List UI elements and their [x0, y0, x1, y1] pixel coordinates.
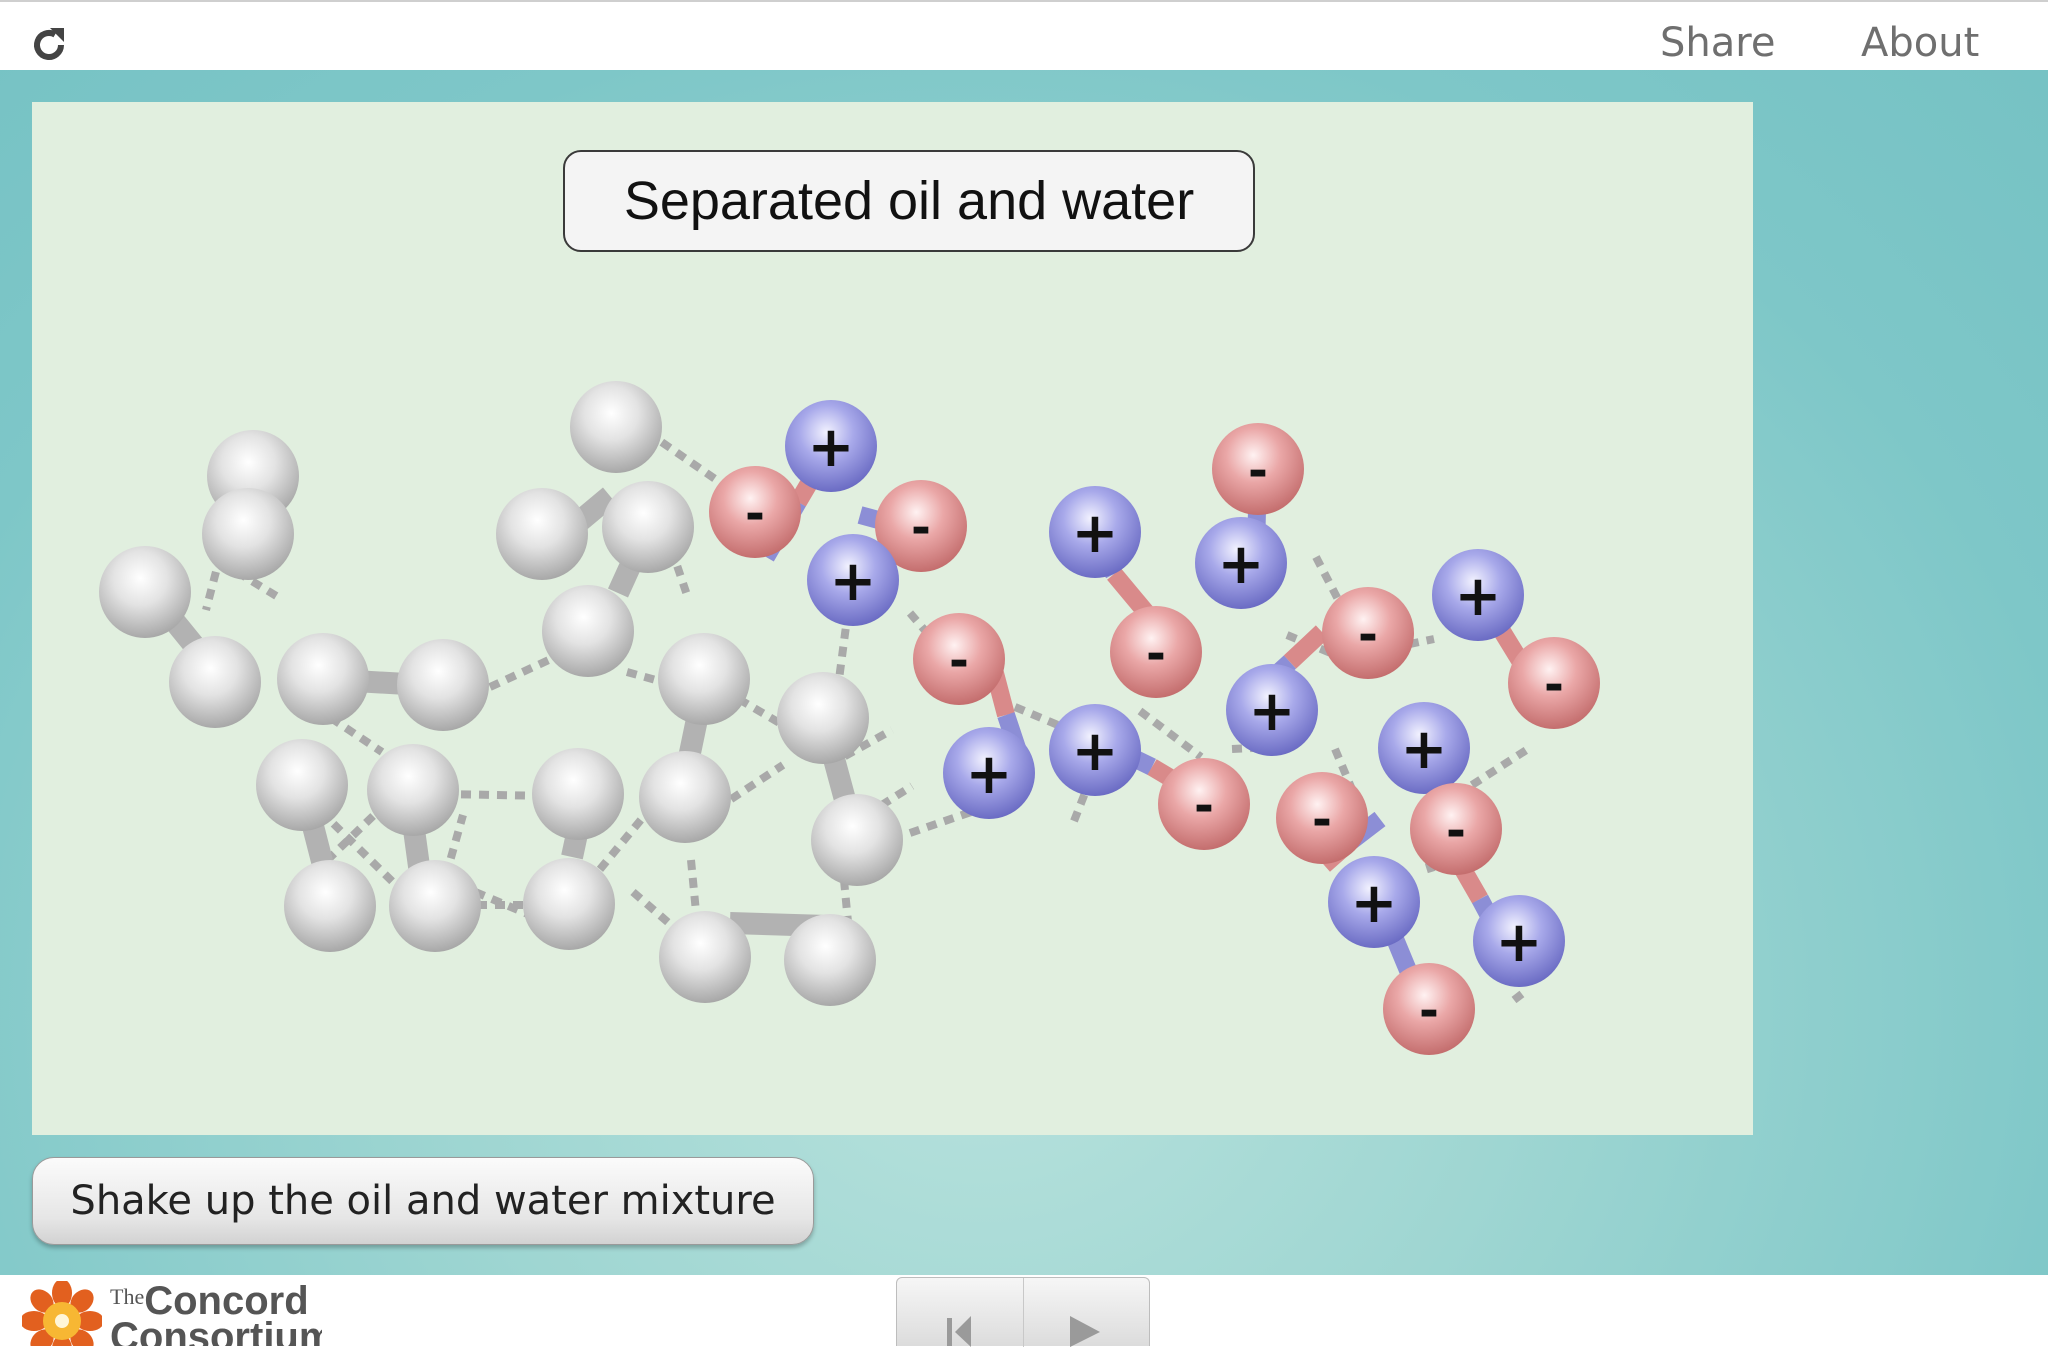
playback-controls — [896, 1277, 1150, 1347]
negative-atom: - — [1322, 587, 1414, 679]
svg-text:+: + — [1496, 910, 1543, 975]
molecule-canvas[interactable]: + - - + - + + - + - - + - + + - + - - + — [32, 102, 1753, 1135]
svg-text:+: + — [1072, 719, 1119, 784]
svg-text:-: - — [1419, 983, 1439, 1039]
svg-text:+: + — [1455, 564, 1502, 629]
oil-atom — [639, 751, 731, 843]
oil-atom — [202, 488, 294, 580]
reload-icon — [34, 28, 64, 60]
positive-atom: + — [1432, 549, 1524, 641]
positive-atom: + — [1378, 702, 1470, 794]
positive-atom: + — [1049, 486, 1141, 578]
svg-text:+: + — [1249, 679, 1296, 744]
negative-atom: - — [1276, 772, 1368, 864]
oil-atom — [659, 911, 751, 1003]
oil-atom — [277, 633, 369, 725]
negative-atom: - — [913, 613, 1005, 705]
svg-text:+: + — [1218, 532, 1265, 597]
oil-atom — [523, 858, 615, 950]
svg-text:-: - — [1312, 792, 1332, 848]
svg-text:-: - — [949, 633, 969, 689]
oil-atom — [602, 481, 694, 573]
sun-flower-icon — [22, 1281, 102, 1346]
svg-text:+: + — [1401, 717, 1448, 782]
play-icon — [1070, 1316, 1100, 1347]
negative-atom: - — [1158, 758, 1250, 850]
share-link[interactable]: Share — [1660, 20, 1775, 66]
concord-logo[interactable]: TheConcord Consortium — [22, 1281, 322, 1346]
model-title: Separated oil and water — [563, 150, 1255, 252]
positive-atom: + — [1473, 895, 1565, 987]
oil-atom — [169, 636, 261, 728]
oil-atom — [284, 860, 376, 952]
negative-atom: - — [1508, 637, 1600, 729]
svg-text:+: + — [830, 549, 877, 614]
positive-atom: + — [943, 727, 1035, 819]
logo-wordmark: TheConcord Consortium — [110, 1281, 322, 1346]
play-button[interactable] — [1024, 1278, 1150, 1347]
oil-atom — [784, 914, 876, 1006]
bottom-bar: TheConcord Consortium — [0, 1275, 2048, 1347]
oil-atom — [256, 739, 348, 831]
svg-text:-: - — [911, 500, 931, 556]
positive-atom: + — [1226, 664, 1318, 756]
svg-text:-: - — [1248, 443, 1268, 499]
oil-atom — [397, 639, 489, 731]
positive-atom: + — [785, 400, 877, 492]
oil-atom — [389, 860, 481, 952]
molecule-model: + - - + - + + - + - - + - + + - + - - + — [32, 102, 1753, 1135]
svg-text:-: - — [745, 486, 765, 542]
oil-atom — [496, 488, 588, 580]
negative-atom: - — [1383, 963, 1475, 1055]
negative-atom: - — [1410, 783, 1502, 875]
positive-atom: + — [1195, 517, 1287, 609]
oil-molecule[interactable] — [99, 381, 903, 1006]
oil-atom — [570, 381, 662, 473]
positive-atom: + — [1049, 704, 1141, 796]
oil-atom — [542, 585, 634, 677]
svg-text:+: + — [966, 742, 1013, 807]
svg-text:-: - — [1358, 607, 1378, 663]
negative-atom: - — [1110, 606, 1202, 698]
positive-atom: + — [807, 534, 899, 626]
about-link[interactable]: About — [1861, 20, 1979, 66]
interactive-stage: + - - + - + + - + - - + - + + - + - - + — [0, 70, 2048, 1275]
oil-atom — [99, 546, 191, 638]
negative-atom: - — [709, 466, 801, 558]
shake-mixture-button[interactable]: Shake up the oil and water mixture — [32, 1157, 814, 1245]
reset-button[interactable] — [897, 1278, 1024, 1347]
positive-atom: + — [1328, 856, 1420, 948]
svg-text:+: + — [1351, 871, 1398, 936]
svg-text:+: + — [808, 415, 855, 480]
reload-button[interactable] — [26, 22, 72, 68]
svg-text:-: - — [1194, 778, 1214, 834]
reset-icon — [947, 1316, 971, 1347]
oil-atom — [658, 633, 750, 725]
svg-text:-: - — [1544, 657, 1564, 713]
svg-text:+: + — [1072, 501, 1119, 566]
negative-atom: - — [1212, 423, 1304, 515]
svg-text:-: - — [1146, 626, 1166, 682]
svg-text:-: - — [1446, 803, 1466, 859]
top-toolbar: Share About — [0, 0, 2048, 70]
oil-atom — [367, 744, 459, 836]
oil-atom — [532, 748, 624, 840]
oil-atom — [777, 672, 869, 764]
oil-atom — [811, 794, 903, 886]
